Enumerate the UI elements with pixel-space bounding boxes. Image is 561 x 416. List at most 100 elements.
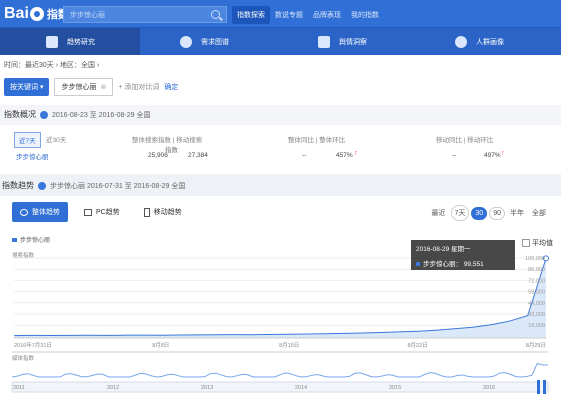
search-input[interactable]: 步步惊心丽 xyxy=(63,6,227,23)
help-icon[interactable] xyxy=(38,181,46,190)
x-tick-label: 8月22日 xyxy=(407,342,427,349)
tooltip-date: 2016-08-29 星期一 xyxy=(416,246,471,253)
tab-mobile-trend[interactable]: 移动趋势 xyxy=(136,202,190,222)
phone-icon xyxy=(143,207,150,217)
keyword-row: 按关键词 ▾ 步步惊心丽 ⊗ + 添加对比词 确定 xyxy=(4,78,178,96)
logo-text: Bai xyxy=(4,5,29,22)
average-toggle[interactable]: 平均值 xyxy=(522,238,553,248)
legend-swatch xyxy=(12,238,17,242)
tab-overall-trend[interactable]: 整体趋势 xyxy=(12,202,68,222)
overview-table: 近7天 近30天 整体搜索指数 | 移动搜索 整体同比 | 整体环比 移动同比 … xyxy=(0,128,561,162)
tab-pc-trend[interactable]: PC趋势 xyxy=(76,202,128,222)
tab-label: 移动趋势 xyxy=(153,209,182,216)
baidu-logo[interactable]: Bai 指数 xyxy=(4,4,69,24)
top-header: Bai 指数 步步惊心丽 指数探索 数说专题 品牌表现 我的指数 xyxy=(0,0,561,28)
chat-icon xyxy=(318,35,330,48)
brush-title: 媒体指数 xyxy=(12,354,35,362)
keyword-chip[interactable]: 步步惊心丽 ⊗ xyxy=(54,78,114,96)
search-icon[interactable] xyxy=(211,10,220,19)
year-label: 2015 xyxy=(389,385,401,391)
overview-title-text: 指数概况 xyxy=(4,110,36,119)
series-area xyxy=(14,258,546,338)
year-label: 2016 xyxy=(483,385,495,391)
pie-icon xyxy=(20,208,28,216)
y-tick-label: 72,000 xyxy=(528,278,545,284)
tab-audience[interactable]: 人群画像 xyxy=(455,28,555,55)
people-icon xyxy=(455,35,467,48)
up-arrow-icon: ↑ xyxy=(501,150,505,157)
trend-title: 指数趋势 步步惊心丽 2016-07-31 至 2016-08-29 全国 xyxy=(2,180,185,191)
add-compare-button[interactable]: + 添加对比词 xyxy=(118,82,159,92)
range-selector: 最近 7天 30 90 半年 全部 xyxy=(429,205,550,221)
range-7d[interactable]: 7天 xyxy=(450,205,470,221)
overview-dates: 2016-08-23 至 2016-08-29 全国 xyxy=(52,112,151,119)
chart-tooltip: 2016-08-29 星期一 步步惊心丽： 99,551 xyxy=(411,240,515,270)
overall-index-value: 25,906 xyxy=(148,152,168,159)
y-tick-label: 30,000 xyxy=(528,312,545,318)
mobile-mom-value: 497% xyxy=(484,152,501,159)
col-mobile-compare: 移动同比 | 移动环比 xyxy=(436,137,494,144)
breadcrumb[interactable]: 时间：最近30天 › 地区：全国 › xyxy=(4,60,99,70)
period-7d[interactable]: 近7天 xyxy=(14,132,41,148)
range-half-year[interactable]: 半年 xyxy=(507,206,527,220)
trend-meta: 步步惊心丽 2016-07-31 至 2016-08-29 全国 xyxy=(50,183,186,190)
series-dot xyxy=(416,262,420,266)
x-tick-label: 8月29日 xyxy=(526,342,546,349)
overview-title: 指数概况 2016-08-23 至 2016-08-29 全国 xyxy=(4,109,150,120)
confirm-button[interactable]: 确定 xyxy=(164,82,178,92)
y-tick-label: 58,000 xyxy=(528,290,545,296)
target-icon xyxy=(180,35,192,48)
tab-label: 需求图谱 xyxy=(201,38,229,46)
tab-demand-map[interactable]: 需求图谱 xyxy=(180,28,300,55)
trend-tabs: 整体趋势 PC趋势 移动趋势 xyxy=(12,202,190,222)
mobile-index-value: 27,384 xyxy=(188,152,208,159)
y-tick-label: 44,000 xyxy=(528,301,545,307)
range-30d[interactable]: 30 xyxy=(471,206,488,220)
overall-yoy-value: -- xyxy=(302,152,307,159)
keyword-chip-label: 步步惊心丽 xyxy=(61,84,97,91)
tab-label: PC趋势 xyxy=(96,209,120,216)
brush-series-line xyxy=(11,362,548,378)
overall-mom-value: 457% xyxy=(336,152,353,159)
tooltip-series: 步步惊心丽： xyxy=(423,261,462,268)
overview-keyword[interactable]: 步步惊心丽 xyxy=(16,151,49,161)
search-text: 步步惊心丽 xyxy=(70,12,105,19)
navigator-handle-left[interactable] xyxy=(537,380,540,394)
trend-icon xyxy=(46,35,58,48)
range-90d[interactable]: 90 xyxy=(489,206,505,220)
tab-label: 舆情洞察 xyxy=(339,38,367,46)
top-nav: 指数探索 数说专题 品牌表现 我的指数 xyxy=(232,6,384,24)
range-label: 最近 xyxy=(431,210,446,217)
keyword-mode-button[interactable]: 按关键词 ▾ xyxy=(4,78,50,96)
navigator-handle-right[interactable] xyxy=(543,380,546,394)
period-30d[interactable]: 近30天 xyxy=(42,132,70,146)
year-label: 2014 xyxy=(295,385,307,391)
mobile-yoy-value: -- xyxy=(452,152,457,159)
tab-label: 人群画像 xyxy=(476,38,504,46)
close-icon[interactable]: ⊗ xyxy=(100,84,106,91)
x-tick-label: 8月15日 xyxy=(279,342,299,349)
time-navigator[interactable] xyxy=(11,381,549,393)
tab-trend-research[interactable]: 趋势研究 xyxy=(0,28,140,55)
tab-label: 整体趋势 xyxy=(32,209,60,216)
tab-label: 趋势研究 xyxy=(67,38,95,46)
range-all[interactable]: 全部 xyxy=(529,206,549,220)
nav-brand[interactable]: 品牌表现 xyxy=(308,6,346,24)
tooltip-row: 步步惊心丽： 99,551 xyxy=(416,258,510,268)
sub-nav: 趋势研究 需求图谱 舆情洞察 人群画像 xyxy=(0,28,561,55)
tab-sentiment[interactable]: 舆情洞察 xyxy=(318,28,428,55)
y-tick-label: 86,000 xyxy=(528,267,545,273)
nav-my-index[interactable]: 我的指数 xyxy=(346,6,384,24)
nav-index-explore[interactable]: 指数探索 xyxy=(232,6,270,24)
paw-icon xyxy=(29,7,44,21)
nav-data-topics[interactable]: 数说专题 xyxy=(270,6,308,24)
col-search-index: 整体搜索指数 | 移动搜索 xyxy=(132,137,203,144)
y-tick-label: 100,000 xyxy=(525,256,545,262)
help-icon[interactable] xyxy=(40,110,48,119)
trend-title-text: 指数趋势 xyxy=(2,181,34,190)
x-tick-label: 2016年7月31日 xyxy=(14,341,52,349)
y-tick-label: 16,000 xyxy=(528,323,545,329)
monitor-icon xyxy=(84,208,92,216)
tooltip-value: 99,551 xyxy=(463,261,484,268)
year-label: 2012 xyxy=(107,385,119,391)
